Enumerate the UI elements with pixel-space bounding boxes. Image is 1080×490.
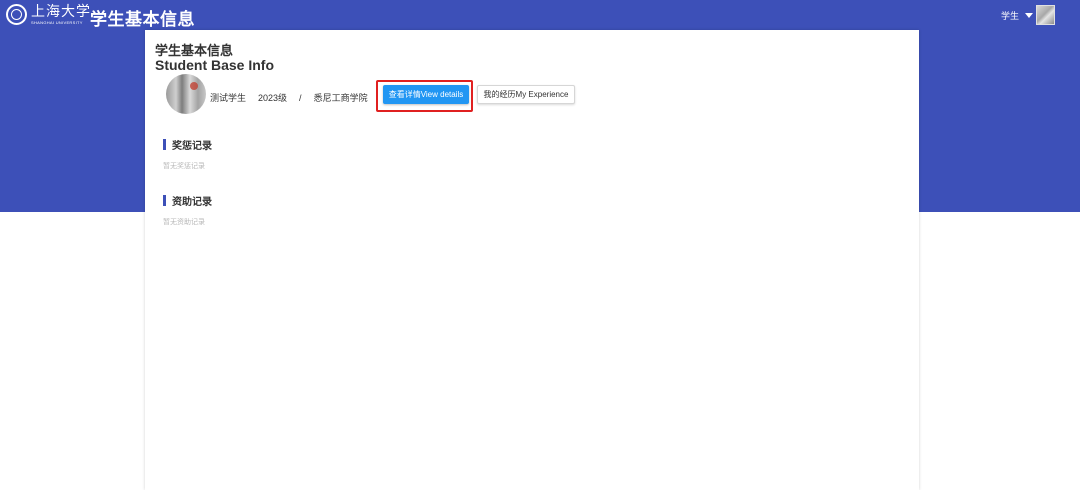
- student-name: 测试学生: [210, 93, 247, 103]
- view-details-button[interactable]: 查看详情View details: [383, 85, 469, 104]
- student-grade: 2023级: [258, 93, 288, 103]
- logo-english-name: SHANGHAI UNIVERSITY: [31, 19, 83, 25]
- section-header-awards: 奖惩记录: [163, 137, 212, 152]
- section-title-aid: 资助记录: [172, 197, 212, 208]
- university-seal-icon: [6, 4, 27, 25]
- awards-empty-text: 暂无奖惩记录: [163, 163, 205, 170]
- university-logo[interactable]: 上海大学 SHANGHAI UNIVERSITY: [6, 4, 91, 25]
- page-title: 学生基本信息: [155, 43, 234, 58]
- photo-detail: [190, 82, 198, 90]
- user-avatar[interactable]: [1036, 5, 1055, 25]
- seal-inner-ring: [11, 9, 22, 20]
- student-summary: 测试学生 2023级 / 悉尼工商学院: [210, 91, 368, 104]
- student-info-card: 学生基本信息 Student Base Info 测试学生 2023级 / 悉尼…: [145, 30, 919, 490]
- page-subtitle: Student Base Info: [155, 57, 275, 73]
- top-navbar: 上海大学 SHANGHAI UNIVERSITY 学生基本信息 学生: [0, 0, 1080, 32]
- caret-down-icon: [1025, 12, 1034, 18]
- student-photo: [166, 74, 206, 114]
- aid-empty-text: 暂无资助记录: [163, 219, 205, 226]
- section-accent-bar: [163, 195, 166, 206]
- role-label: 学生: [1001, 10, 1020, 21]
- app-title: 学生基本信息: [90, 10, 195, 29]
- section-title-awards: 奖惩记录: [172, 141, 212, 152]
- separator: /: [299, 92, 302, 103]
- section-header-aid: 资助记录: [163, 193, 212, 208]
- student-college: 悉尼工商学院: [313, 93, 368, 103]
- my-experience-button[interactable]: 我的经历My Experience: [477, 85, 575, 104]
- section-accent-bar: [163, 139, 166, 150]
- logo-chinese-name: 上海大学: [31, 3, 91, 20]
- logo-wordmark: 上海大学 SHANGHAI UNIVERSITY: [31, 5, 91, 25]
- role-dropdown[interactable]: 学生: [997, 6, 1037, 24]
